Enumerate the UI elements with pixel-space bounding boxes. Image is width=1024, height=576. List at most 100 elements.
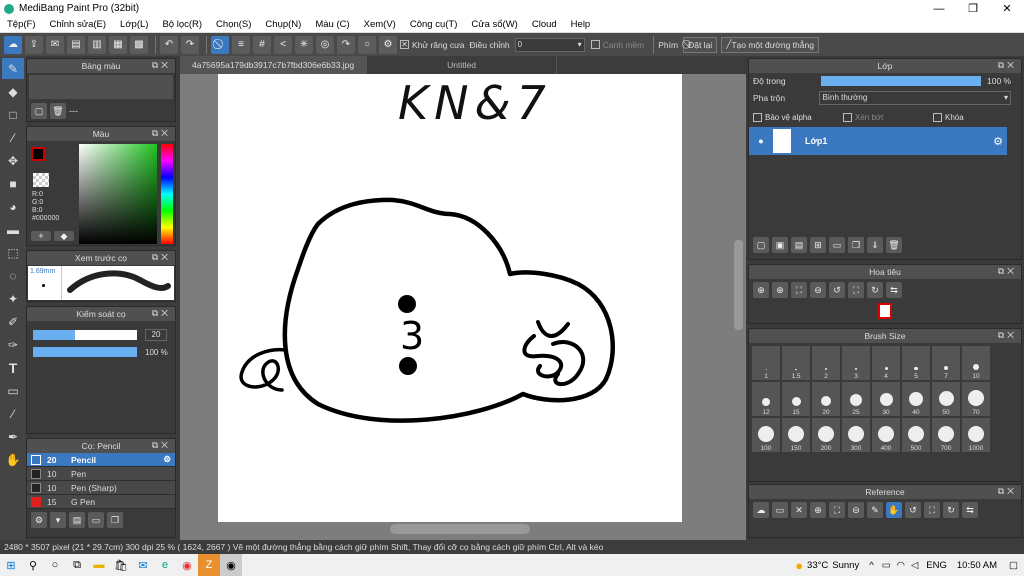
fit-icon[interactable]: ⛶: [829, 502, 845, 518]
notification-icon[interactable]: ▢: [1009, 560, 1018, 571]
new-layer-8bit-icon[interactable]: ▣: [772, 237, 788, 253]
search-icon[interactable]: ⚲: [22, 554, 44, 576]
radial-snap-icon[interactable]: ✳: [295, 35, 313, 54]
open-folder-icon[interactable]: ▭: [772, 502, 788, 518]
zoom-out-icon[interactable]: ⊖: [810, 282, 826, 298]
brush-item[interactable]: 10 Pen (Sharp): [27, 481, 175, 495]
duplicate-layer-icon[interactable]: ❐: [848, 237, 864, 253]
rotate-right-icon[interactable]: ↻: [943, 502, 959, 518]
panel-close-icon[interactable]: ⧉✕: [152, 252, 171, 263]
layer-row[interactable]: ● Lớp1 ⚙: [749, 127, 1007, 156]
cortana-icon[interactable]: ○: [44, 554, 66, 576]
zoom-out-icon[interactable]: ⊖: [848, 502, 864, 518]
chrome-icon[interactable]: ◉: [176, 554, 198, 576]
layer-opacity-slider[interactable]: [821, 76, 981, 86]
panel-close-icon[interactable]: ⧉✕: [998, 486, 1017, 497]
task-view-icon[interactable]: ⧉: [66, 554, 88, 576]
select-pen-tool-icon[interactable]: ✐: [2, 311, 24, 332]
folder-icon[interactable]: ▭: [88, 512, 104, 528]
medibang-icon[interactable]: ◉: [220, 554, 242, 576]
color-fill-icon[interactable]: ◆: [54, 231, 74, 241]
maximize-button[interactable]: ❐: [956, 0, 990, 17]
chevron-up-icon[interactable]: ^: [869, 560, 873, 571]
panel-close-icon[interactable]: ⧉✕: [152, 60, 171, 71]
menu-file[interactable]: Tệp(F): [0, 19, 43, 30]
new-layer-icon[interactable]: ▢: [753, 237, 769, 253]
adjust-select[interactable]: 0: [514, 37, 585, 52]
add-layer-menu-icon[interactable]: ⊞: [810, 237, 826, 253]
rotate-left-icon[interactable]: ↺: [905, 502, 921, 518]
cloud-icon[interactable]: ☁: [4, 35, 22, 54]
brush-size-option[interactable]: 20: [812, 382, 840, 416]
menu-view[interactable]: Xem(V): [357, 19, 403, 30]
move-tool-icon[interactable]: ✥: [2, 150, 24, 171]
panel-close-icon[interactable]: ⧉✕: [998, 266, 1017, 277]
menu-filter[interactable]: Bộ lọc(R): [155, 19, 209, 30]
brush-copy-icon[interactable]: ▤: [69, 512, 85, 528]
redo-icon[interactable]: ↷: [181, 35, 199, 54]
hand-icon[interactable]: ✋: [886, 502, 902, 518]
opacity-slider[interactable]: [33, 347, 137, 357]
zalo-icon[interactable]: Z: [198, 554, 220, 576]
select-tool-icon[interactable]: ⬚: [2, 242, 24, 263]
curve-snap-icon[interactable]: ↷: [337, 35, 355, 54]
select-eraser-tool-icon[interactable]: ✑: [2, 334, 24, 355]
lasso-tool-icon[interactable]: ◌: [2, 265, 24, 286]
language-indicator[interactable]: ENG: [926, 560, 947, 571]
text-tool-icon[interactable]: T: [2, 357, 24, 378]
clock[interactable]: 10:50 AM: [957, 560, 997, 571]
bucket-tool-icon[interactable]: ◕: [2, 196, 24, 217]
grid-icon[interactable]: ▦: [109, 35, 127, 54]
brush-size-option[interactable]: 40: [902, 382, 930, 416]
eye-icon[interactable]: ●: [749, 136, 773, 146]
store-icon[interactable]: 🛍: [110, 554, 132, 576]
new-page-icon[interactable]: ▢: [31, 103, 47, 119]
minimize-button[interactable]: —: [922, 0, 956, 17]
panel-close-icon[interactable]: ⧉✕: [152, 128, 171, 139]
panel-close-icon[interactable]: ⧉✕: [152, 440, 171, 451]
clip-checkbox[interactable]: Xén bớt: [843, 113, 933, 123]
comment-icon[interactable]: ✉: [46, 35, 64, 54]
color-add-icon[interactable]: +: [31, 231, 51, 241]
doc-icon[interactable]: ▥: [88, 35, 106, 54]
volume-icon[interactable]: ◁: [911, 560, 918, 571]
duplicate-icon[interactable]: ❐: [107, 512, 123, 528]
smooth-checkbox[interactable]: Canh mềm: [590, 40, 644, 50]
layer-settings-icon[interactable]: ⚙: [993, 135, 1003, 148]
panel-close-icon[interactable]: ⧉✕: [998, 60, 1017, 71]
windows-start-icon[interactable]: ⊞: [0, 554, 22, 576]
cross-snap-icon[interactable]: #: [253, 35, 271, 54]
brush-size-option[interactable]: 700: [932, 418, 960, 452]
layer-folder-icon[interactable]: ▭: [829, 237, 845, 253]
drawing-canvas[interactable]: KN&7 3: [218, 74, 682, 522]
pen-tool-icon[interactable]: ✒: [2, 426, 24, 447]
menu-help[interactable]: Help: [564, 19, 598, 30]
menu-window[interactable]: Cửa sổ(W): [464, 19, 524, 30]
add-brush-icon[interactable]: ⚙: [31, 512, 47, 528]
palette-swatches[interactable]: [29, 75, 173, 99]
navigator-thumbnail[interactable]: [878, 303, 892, 319]
brush-size-option[interactable]: 7: [932, 346, 960, 380]
panel-icon[interactable]: ▩: [130, 35, 148, 54]
fit-icon[interactable]: ⛶: [791, 282, 807, 298]
color-picker-area[interactable]: [79, 144, 157, 244]
brush-size-option[interactable]: 25: [842, 382, 870, 416]
brush-size-option[interactable]: 1: [752, 346, 780, 380]
blend-mode-select[interactable]: Bình thường: [819, 91, 1011, 105]
flip-icon[interactable]: ⇆: [962, 502, 978, 518]
new-layer-1bit-icon[interactable]: ▤: [791, 237, 807, 253]
brush-menu-icon[interactable]: ▾: [50, 512, 66, 528]
network-icon[interactable]: ▭: [882, 560, 891, 571]
cloud-icon[interactable]: ☁: [753, 502, 769, 518]
merge-layer-icon[interactable]: ⇓: [867, 237, 883, 253]
brush-item[interactable]: 10 Pen: [27, 467, 175, 481]
brush-size-option[interactable]: 1000: [962, 418, 990, 452]
parallel-snap-icon[interactable]: ≡: [232, 35, 250, 54]
trash-icon[interactable]: 🗑: [50, 103, 66, 119]
eyedropper-tool-icon[interactable]: ⁄: [2, 403, 24, 424]
edge-icon[interactable]: e: [154, 554, 176, 576]
zoom-in-icon[interactable]: ⊕: [772, 282, 788, 298]
ellipse-snap-icon[interactable]: ○: [358, 35, 376, 54]
divide-tool-icon[interactable]: ▭: [2, 380, 24, 401]
fit-window-icon[interactable]: ⛶: [848, 282, 864, 298]
